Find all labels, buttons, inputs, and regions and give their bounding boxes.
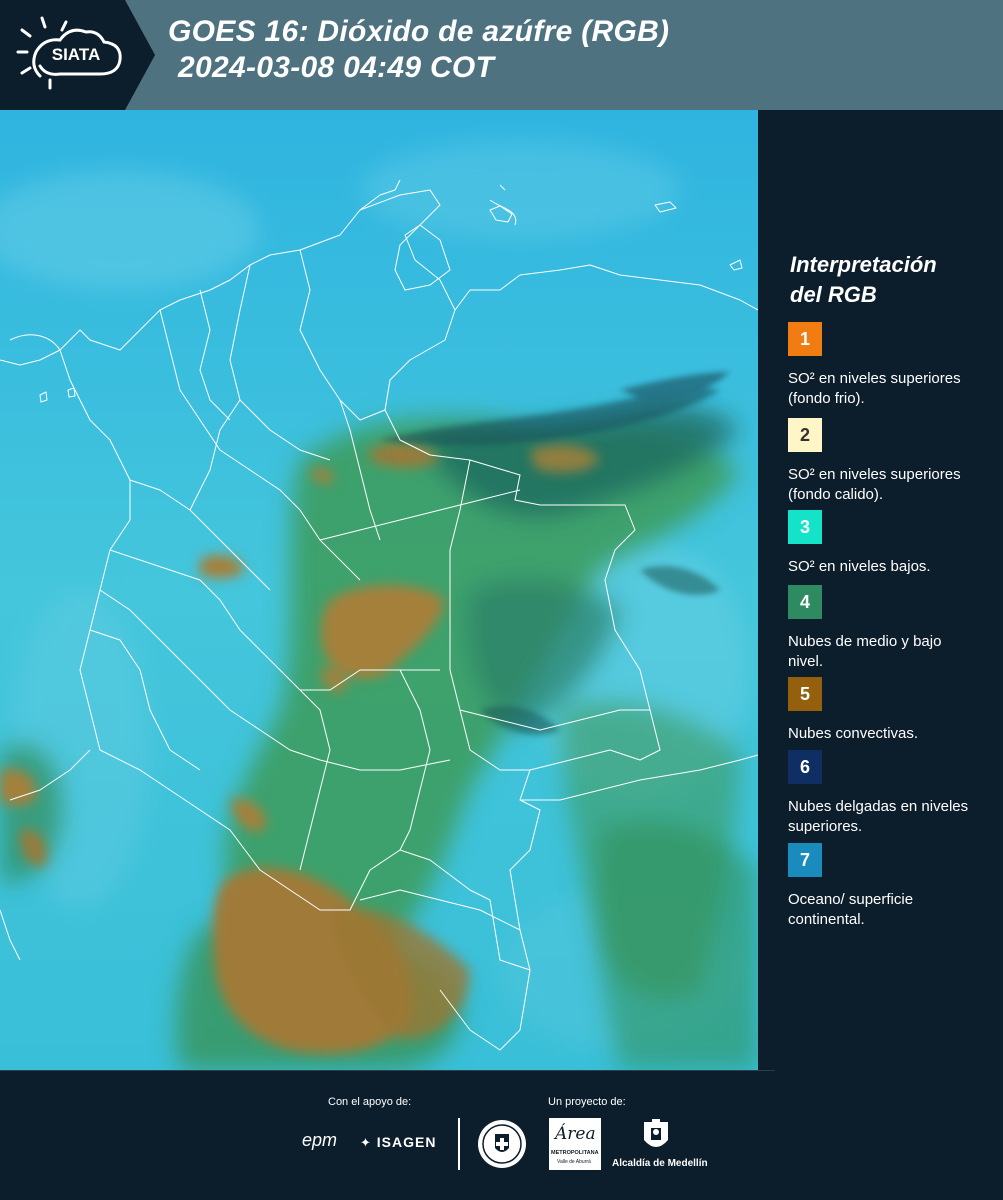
legend-swatch-4: 4 <box>788 585 822 619</box>
isagen-icon: ✦ <box>360 1135 372 1150</box>
legend-number-4: 4 <box>799 591 810 612</box>
legend-item-6: 6 Nubes delgadas en niveles superiores. <box>788 750 978 837</box>
area-script: Área <box>555 1124 596 1144</box>
legend-label-1: SO² en niveles superiores (fondo frio). <box>788 370 961 407</box>
legend-title: Interpretación del RGB <box>790 250 937 310</box>
legend-label-4: Nubes de medio y bajo nivel. <box>788 633 942 670</box>
area-line-2: Valle de Aburrá <box>557 1159 591 1165</box>
legend-swatch-5: 5 <box>788 677 822 711</box>
legend-label-3: SO² en niveles bajos. <box>788 558 931 575</box>
logo-text: SIATA <box>52 45 100 64</box>
legend-item-4: 4 Nubes de medio y bajo nivel. <box>788 585 978 672</box>
legend-number-5: 5 <box>799 683 810 704</box>
legend-number-7: 7 <box>799 849 810 870</box>
title-line-1: GOES 16: Dióxido de azúfre (RGB) <box>168 15 670 48</box>
page-title: GOES 16: Dióxido de azúfre (RGB) 2024-03… <box>168 14 669 86</box>
legend-label-7: Oceano/ superficie continental. <box>788 891 914 928</box>
isagen-text: ISAGEN <box>376 1134 437 1150</box>
footer: Con el apoyo de: Un proyecto de: epm ✦ I… <box>0 1070 1003 1200</box>
legend-title-line-1: Interpretación <box>790 252 937 277</box>
isagen-logo: ✦ ISAGEN <box>360 1134 436 1151</box>
legend-swatch-6: 6 <box>788 750 822 784</box>
footer-separator <box>458 1118 460 1170</box>
legend-item-7: 7 Oceano/ superficie continental. <box>788 843 978 930</box>
legend-item-2: 2 SO² en niveles superiores (fondo calid… <box>788 418 978 505</box>
footer-divider-line <box>0 1070 775 1071</box>
legend-swatch-7: 7 <box>788 843 822 877</box>
legend-panel: Interpretación del RGB 1 SO² en niveles … <box>758 110 1003 1070</box>
legend-number-1: 1 <box>799 328 810 349</box>
legend-number-2: 2 <box>799 424 810 445</box>
title-line-2: 2024-03-08 04:49 COT <box>178 51 495 84</box>
siata-logo: SIATA <box>0 0 155 110</box>
legend-swatch-3: 3 <box>788 510 822 544</box>
legend-number-3: 3 <box>799 516 810 537</box>
epm-logo: epm <box>302 1130 338 1150</box>
legend-swatch-1: 1 <box>788 322 822 356</box>
area-line-1: METROPOLITANA <box>551 1150 599 1156</box>
legend-item-5: 5 Nubes convectivas. <box>788 677 978 744</box>
legend-title-line-2: del RGB <box>790 282 877 307</box>
satellite-map <box>0 110 758 1070</box>
header-bar: SIATA GOES 16: Dióxido de azúfre (RGB) 2… <box>0 0 1003 110</box>
legend-label-6: Nubes delgadas en niveles superiores. <box>788 798 969 835</box>
alcaldia-label: Alcaldía de Medellín <box>612 1158 708 1169</box>
legend-item-1: 1 SO² en niveles superiores (fondo frio)… <box>788 322 978 409</box>
legend-label-5: Nubes convectivas. <box>788 725 919 742</box>
university-seal-logo <box>478 1120 526 1168</box>
legend-swatch-2: 2 <box>788 418 822 452</box>
project-label: Un proyecto de: <box>548 1096 626 1108</box>
area-metropolitana-logo: Área METROPOLITANA Valle de Aburrá <box>549 1118 601 1170</box>
support-label: Con el apoyo de: <box>328 1096 412 1108</box>
legend-item-3: 3 SO² en niveles bajos. <box>788 510 978 577</box>
medellin-coat-of-arms-icon <box>644 1119 668 1147</box>
legend-number-6: 6 <box>799 756 810 777</box>
legend-label-2: SO² en niveles superiores (fondo calido)… <box>788 466 961 503</box>
